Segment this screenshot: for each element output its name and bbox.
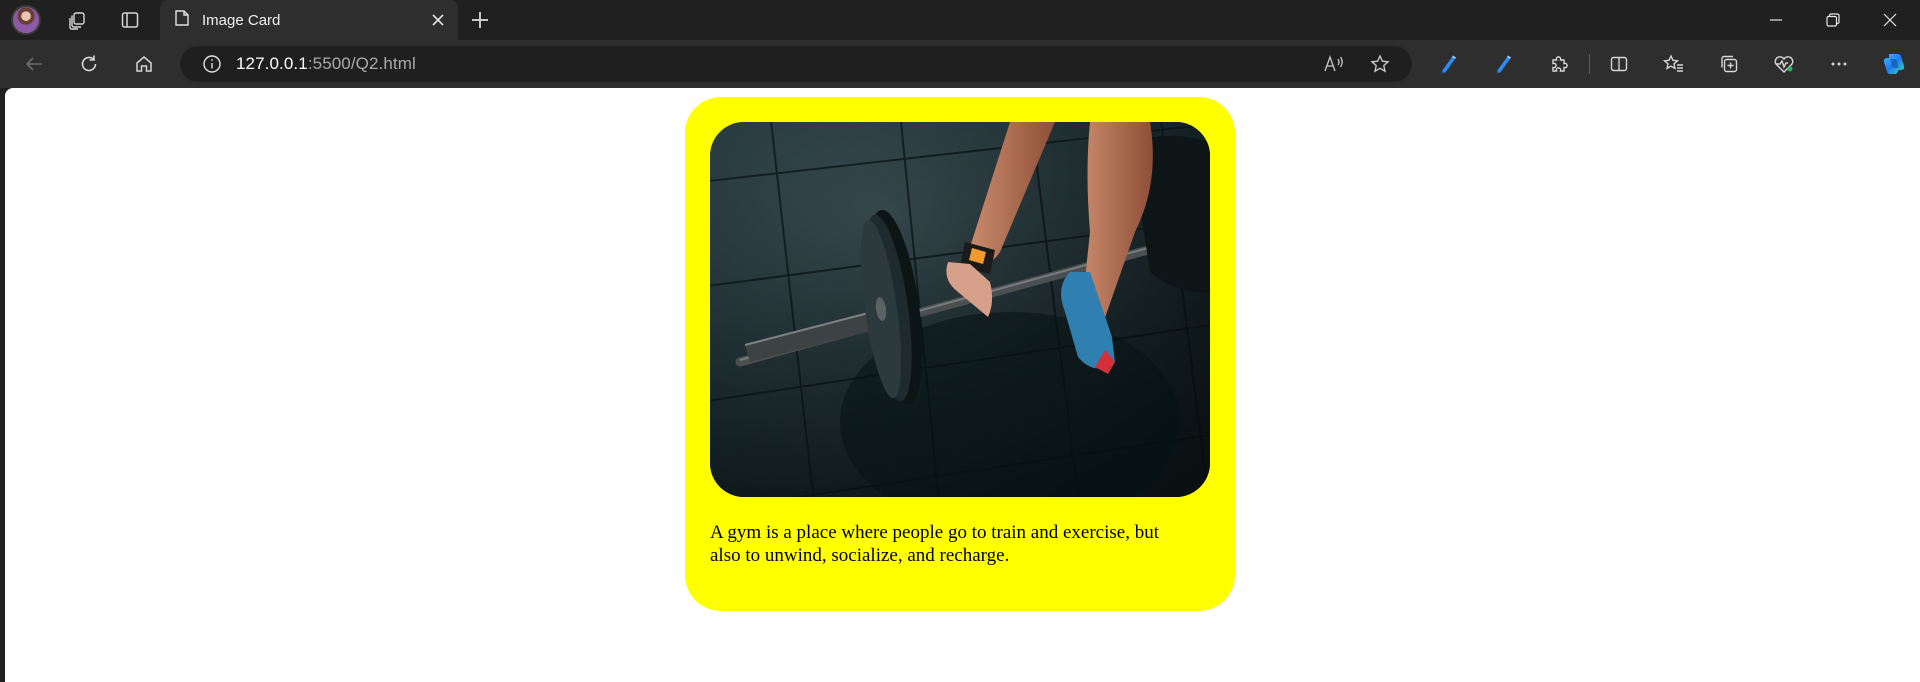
split-screen-icon[interactable] — [1601, 48, 1637, 80]
copilot-icon[interactable] — [1876, 48, 1912, 80]
browser-essentials-icon[interactable] — [1766, 48, 1802, 80]
image-card: A gym is a place where people go to trai… — [685, 97, 1235, 611]
page-viewport: A gym is a place where people go to trai… — [5, 88, 1920, 682]
plus-icon[interactable] — [462, 4, 498, 36]
address-path: :5500/Q2.html — [307, 54, 416, 73]
tab-title: Image Card — [202, 11, 281, 29]
back-icon[interactable] — [16, 48, 52, 80]
pen-icon[interactable] — [1431, 48, 1467, 80]
read-aloud-icon[interactable] — [1318, 48, 1350, 80]
more-icon[interactable] — [1821, 48, 1857, 80]
card-description: A gym is a place where people go to trai… — [710, 522, 1159, 566]
close-icon[interactable] — [424, 6, 452, 34]
page-icon — [174, 9, 190, 32]
collections-icon[interactable] — [1711, 48, 1747, 80]
address-host: 127.0.0.1 — [236, 54, 308, 73]
extensions-icon[interactable] — [1541, 48, 1577, 80]
favorites-icon[interactable] — [1656, 48, 1692, 80]
close-window-icon[interactable] — [1862, 0, 1918, 40]
browser-toolbar: 127.0.0.1:5500/Q2.html — [0, 40, 1920, 88]
refresh-icon[interactable] — [71, 48, 107, 80]
workspaces-icon[interactable] — [59, 4, 95, 36]
minimize-icon[interactable] — [1748, 0, 1804, 40]
profile-avatar[interactable] — [11, 5, 41, 35]
barbell-deadlift-photo — [710, 122, 1210, 497]
pen-icon[interactable] — [1486, 48, 1522, 80]
restore-icon[interactable] — [1805, 0, 1861, 40]
toolbar-separator — [1589, 54, 1590, 74]
home-icon[interactable] — [126, 48, 162, 80]
info-icon[interactable] — [192, 46, 232, 82]
address-bar[interactable]: 127.0.0.1:5500/Q2.html — [180, 46, 1412, 82]
favorite-star-icon[interactable] — [1364, 48, 1396, 80]
address-url[interactable]: 127.0.0.1:5500/Q2.html — [236, 54, 416, 74]
tab-image-card[interactable]: Image Card — [160, 0, 458, 40]
tab-actions-icon[interactable] — [112, 4, 148, 36]
tab-strip: Image Card — [0, 0, 1920, 40]
